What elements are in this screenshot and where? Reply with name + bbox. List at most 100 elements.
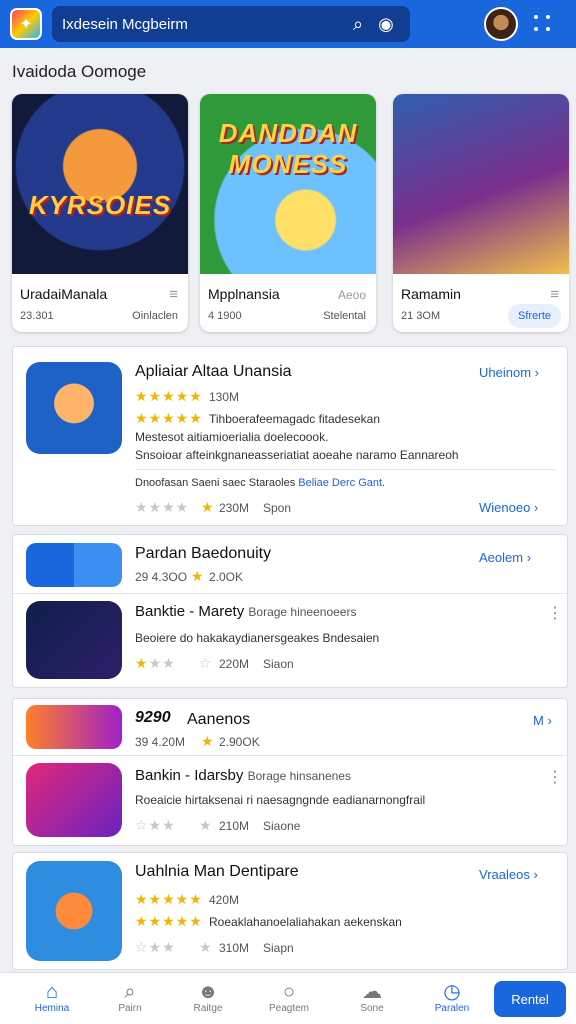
rating-star: ★ xyxy=(201,733,215,749)
app-icon[interactable] xyxy=(26,543,122,587)
card-link[interactable]: Aeolem › xyxy=(479,550,531,565)
app-title[interactable]: Bankin - Idarsby Borage hinsanenes xyxy=(135,767,351,784)
app-card-4[interactable]: Uahlnia Man Dentipare Vraaleos › ★★★★★ 4… xyxy=(12,852,568,970)
search-query[interactable]: Ixdesein Mcgbeirm xyxy=(62,16,344,33)
rating-star: ☆ xyxy=(199,655,213,671)
grid-menu-icon[interactable] xyxy=(534,15,552,33)
nav-circle[interactable]: ○ Peagtem xyxy=(253,981,325,1014)
cta-button[interactable]: Rentel xyxy=(494,981,566,1017)
nav-label: Raitge xyxy=(193,1003,223,1014)
rating-stars: ★★★★ xyxy=(135,499,190,515)
divider xyxy=(13,755,567,756)
app-extra: Siapn xyxy=(263,941,294,955)
featured-meta: 21 3OM xyxy=(401,310,441,322)
app-note-link[interactable]: Beliae Derc Gant. xyxy=(298,477,385,489)
app-desc-1: Tihboerafeemagadc fitadesekan xyxy=(209,412,380,426)
featured-meta: 4 1900 xyxy=(208,310,242,322)
rating-count: 130M xyxy=(209,390,240,404)
card-link[interactable]: M › xyxy=(533,713,552,728)
rating-stars: ★★★★★ xyxy=(135,913,203,929)
search-icon: ⌕ xyxy=(124,981,136,1003)
app-logo-icon[interactable]: ✦ xyxy=(10,8,42,40)
card-link-label: Aeolem xyxy=(479,550,524,565)
app-tag: 9290 xyxy=(135,709,171,726)
app-card-3[interactable]: 9290 Aanenos M › 39 4.20M ★ 2.90OK Banki… xyxy=(12,698,568,846)
featured-sub: Oinlaclen xyxy=(132,310,178,322)
app-desc: Roeaklahanoelaliahakan aekenskan xyxy=(209,915,402,929)
app-card-2[interactable]: Pardan Baedonuity Aeolem › 29 4.3OO ★ 2.… xyxy=(12,534,568,688)
voice-icon[interactable]: ◉ xyxy=(372,14,400,35)
top-bar: ✦ Ixdesein Mcgbeirm ⌕ ◉ xyxy=(0,0,576,48)
nav-profile[interactable]: ☻ Raitge xyxy=(172,981,244,1014)
app-extra: Spon xyxy=(263,501,292,515)
app-icon[interactable] xyxy=(26,861,122,961)
rating-stars: ★★★★★ xyxy=(135,388,203,404)
app-card-1[interactable]: Apliaiar Altaa Unansia Uheinom › ★★★★★ 1… xyxy=(12,346,568,526)
featured-title: UradaiManala xyxy=(20,286,108,302)
featured-badge: Aeoo xyxy=(337,288,366,302)
card-link[interactable]: Uheinom › xyxy=(479,365,539,380)
featured-title: Ramamin xyxy=(401,286,461,302)
rating-star: ★ xyxy=(199,817,213,833)
app-size: 310M xyxy=(219,941,250,955)
app-title[interactable]: Uahlnia Man Dentipare xyxy=(135,863,299,881)
rating-stars: ☆★★ xyxy=(135,817,176,833)
nav-cloud[interactable]: ☁ Sone xyxy=(336,981,408,1014)
app-icon[interactable] xyxy=(26,705,122,749)
app-icon[interactable] xyxy=(26,601,122,679)
featured-art-title: KYRSOIES xyxy=(28,190,172,220)
app-rating: 2.0OK xyxy=(209,570,244,584)
nav-home[interactable]: ⌂ Hemina xyxy=(16,981,88,1014)
app-title[interactable]: Pardan Baedonuity xyxy=(135,545,271,563)
rating-stars: ☆★★ xyxy=(135,939,176,955)
card-link-label: Uheinom xyxy=(479,365,532,380)
app-extra: Siaon xyxy=(263,657,294,671)
card-link-2-label: Wienoeo xyxy=(479,500,531,515)
app-extra: Siaone xyxy=(263,819,301,833)
avatar[interactable] xyxy=(484,7,518,41)
user-icon: ☻ xyxy=(197,981,219,1003)
app-desc-2: Mestesot aitiamioerialia doelecoook. xyxy=(135,430,329,444)
nav-clock[interactable]: ◷ Paralen xyxy=(416,981,488,1014)
rating-star: ★ xyxy=(191,568,205,584)
app-desc-3: Snsoioar afteinkgnaneasseriatiat aoeahe … xyxy=(135,448,459,462)
nav-label: Hemina xyxy=(34,1003,70,1014)
menu-icon[interactable]: ≡ xyxy=(169,286,178,303)
app-note: Dnoofasan Saeni saec Staraoles Beliae De… xyxy=(135,477,386,489)
card-link[interactable]: Vraaleos › xyxy=(479,867,538,882)
app-title[interactable]: Banktie - Marety Borage hineenoeers xyxy=(135,603,356,620)
app-title[interactable]: Aanenos xyxy=(187,711,250,729)
more-icon[interactable]: ⋮ xyxy=(547,603,563,623)
card-link-2[interactable]: Wienoeo › xyxy=(479,500,538,515)
nav-label: Pairn xyxy=(118,1003,142,1014)
featured-meta: 23.301 xyxy=(20,310,54,322)
app-size: 230M xyxy=(219,501,250,515)
featured-art-3 xyxy=(393,94,569,274)
rating-stars: ★★★★★ xyxy=(135,410,203,426)
rating-stars: ★★★ xyxy=(135,655,176,671)
app-icon[interactable] xyxy=(26,763,122,837)
app-size: 220M xyxy=(219,657,250,671)
featured-button[interactable]: Sfrerte xyxy=(507,304,561,328)
card-link-label: Vraaleos xyxy=(479,867,530,882)
featured-card-2[interactable]: DANDDAN MONESS Mpplnansia Aeoo 4 1900 St… xyxy=(200,94,376,332)
featured-card-1[interactable]: KYRSOIES UradaiManala ≡ 23.301 Oinlaclen xyxy=(12,94,188,332)
app-size: 210M xyxy=(219,819,250,833)
nav-label: Peagtem xyxy=(268,1003,310,1014)
bottom-nav: ⌂ Hemina ⌕ Pairn ☻ Raitge ○ Peagtem ☁ Sone ◷ P… xyxy=(0,972,576,1024)
more-icon[interactable]: ⋮ xyxy=(547,767,563,787)
app-desc: Roeaicie hirtaksenai ri naesagngnde eadi… xyxy=(135,793,426,807)
nav-search[interactable]: ⌕ Pairn xyxy=(94,981,166,1014)
rating-star: ★ xyxy=(199,939,213,955)
clock-icon: ◷ xyxy=(443,981,461,1003)
app-meta: 29 4.3OO xyxy=(135,570,188,584)
app-icon[interactable] xyxy=(26,362,122,454)
search-icon[interactable]: ⌕ xyxy=(344,14,372,35)
featured-card-3[interactable]: Ramamin ≡ 21 3OM Sfrerte xyxy=(393,94,569,332)
app-title[interactable]: Apliaiar Altaa Unansia xyxy=(135,363,292,381)
section-title: Ivaidoda Oomoge xyxy=(12,62,147,81)
search-bar[interactable]: Ixdesein Mcgbeirm ⌕ ◉ xyxy=(52,6,410,42)
app-rating: 2.90OK xyxy=(219,735,260,749)
featured-title: Mpplnansia xyxy=(208,286,280,302)
menu-icon[interactable]: ≡ xyxy=(550,286,559,303)
